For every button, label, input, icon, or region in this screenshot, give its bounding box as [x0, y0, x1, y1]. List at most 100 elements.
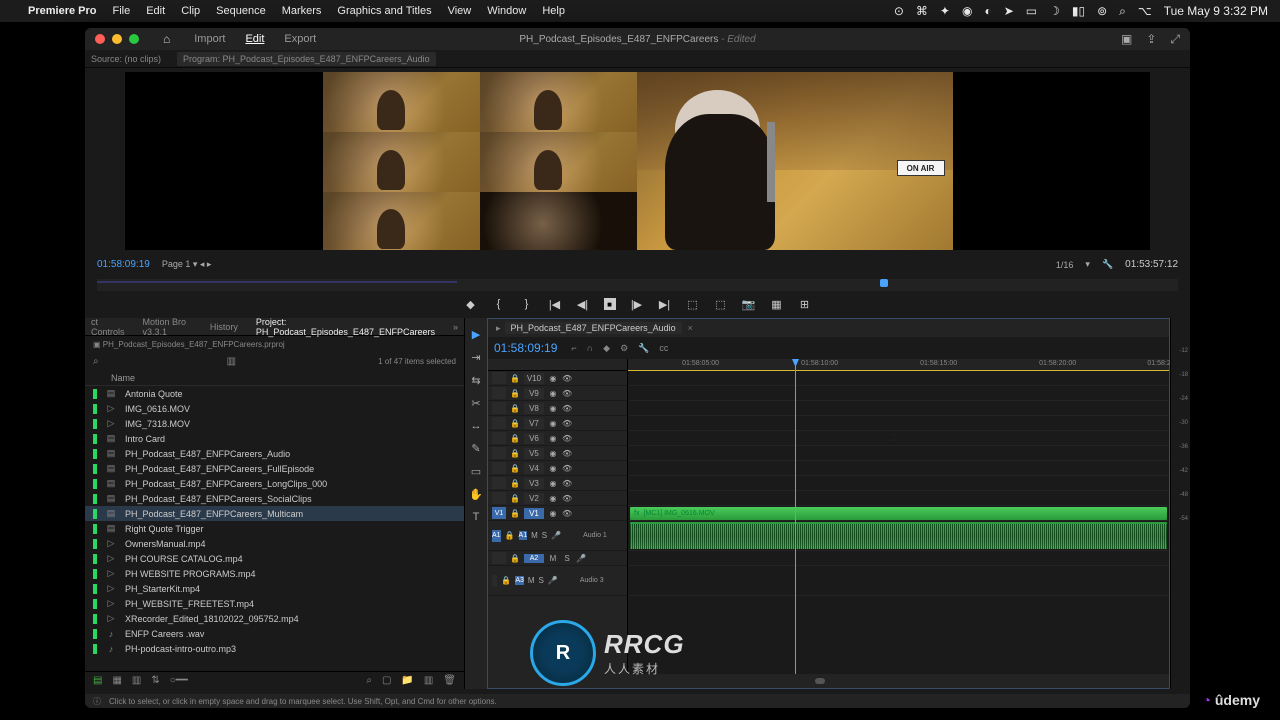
menu-clip[interactable]: Clip	[181, 5, 200, 17]
hand-tool-icon[interactable]: ✋	[469, 488, 483, 501]
video-track[interactable]	[628, 416, 1169, 431]
solo-icon[interactable]: S	[539, 576, 544, 585]
mute-toggle[interactable]: ◉	[548, 509, 558, 518]
time-ruler[interactable]: 01:58:05:0001:58:10:0001:58:15:0001:58:2…	[628, 359, 1169, 371]
menubar-extra-icon[interactable]: ◐	[984, 4, 991, 18]
window-close-button[interactable]	[95, 34, 105, 44]
solo-icon[interactable]: S	[562, 554, 572, 563]
track-name[interactable]: V4	[524, 463, 544, 474]
audio-track-header[interactable]: 🔒A3MS🎤Audio 3	[488, 566, 627, 596]
eye-icon[interactable]: 👁	[562, 389, 572, 398]
video-track-header[interactable]: 🔒V10◉👁	[488, 371, 627, 386]
mute-toggle[interactable]: ◉	[548, 494, 558, 503]
zoom-slider[interactable]: ○━━	[170, 675, 188, 686]
video-track[interactable]	[628, 401, 1169, 416]
tab-import[interactable]: Import	[194, 33, 225, 45]
lock-icon[interactable]: 🔒	[501, 576, 511, 585]
dnd-icon[interactable]: ☽	[1049, 4, 1060, 18]
track-name[interactable]: A1	[519, 531, 528, 540]
voice-icon[interactable]: 🎤	[548, 576, 558, 585]
new-bin-icon[interactable]: ⌕	[366, 675, 372, 686]
track-name[interactable]: V9	[524, 388, 544, 399]
video-track-header[interactable]: 🔒V5◉👁	[488, 446, 627, 461]
viewer[interactable]: ON AIR	[125, 72, 1150, 250]
source-patch[interactable]	[492, 372, 506, 384]
eye-icon[interactable]: 👁	[562, 464, 572, 473]
home-icon[interactable]: ⌂	[163, 32, 170, 46]
project-item[interactable]: ▤Right Quote Trigger	[85, 521, 464, 536]
add-marker-icon[interactable]: ◆	[464, 298, 478, 311]
fullscreen-icon[interactable]: ⤢	[1170, 32, 1180, 47]
source-patch[interactable]	[492, 575, 497, 587]
timeline-timecode[interactable]: 01:58:09:19	[494, 341, 557, 355]
close-tab-icon[interactable]: ×	[688, 323, 693, 333]
lift-icon[interactable]: ⬚	[686, 298, 700, 311]
project-item[interactable]: ▤PH_Podcast_E487_ENFPCareers_SocialClips	[85, 491, 464, 506]
wrench-icon[interactable]: 🔧	[638, 343, 649, 354]
mark-out-icon[interactable]: }	[520, 298, 534, 310]
voice-icon[interactable]: 🎤	[551, 531, 561, 540]
track-name[interactable]: A2	[524, 554, 544, 563]
play-stop-button[interactable]: ■	[604, 298, 616, 310]
eye-icon[interactable]: 👁	[562, 479, 572, 488]
video-track-header[interactable]: 🔒V3◉👁	[488, 476, 627, 491]
cam-cell-6[interactable]	[480, 192, 637, 250]
project-item[interactable]: ▷XRecorder_Edited_18102022_095752.mp4	[85, 611, 464, 626]
track-name[interactable]: V3	[524, 478, 544, 489]
window-minimize-button[interactable]	[112, 34, 122, 44]
source-label[interactable]: Source: (no clips)	[91, 54, 161, 64]
tab-effect-controls[interactable]: ct Controls	[91, 317, 125, 337]
tab-export[interactable]: Export	[284, 33, 316, 45]
lock-icon[interactable]: 🔒	[510, 434, 520, 443]
mark-in-icon[interactable]: {	[492, 298, 506, 310]
cam-cell-4[interactable]	[480, 132, 637, 192]
mute-toggle[interactable]: ◉	[548, 434, 558, 443]
clock[interactable]: Tue May 9 3:32 PM	[1164, 4, 1268, 18]
share-icon[interactable]: ⇪	[1146, 32, 1156, 47]
video-track-header[interactable]: 🔒V2◉👁	[488, 491, 627, 506]
cam-cell-5[interactable]	[323, 192, 480, 250]
new-item-icon[interactable]: ▥	[424, 675, 433, 686]
project-item[interactable]: ▤PH_Podcast_E487_ENFPCareers_Audio	[85, 446, 464, 461]
lock-icon[interactable]: 🔒	[510, 479, 520, 488]
video-track[interactable]	[628, 461, 1169, 476]
track-name[interactable]: V6	[524, 433, 544, 444]
menu-graphics[interactable]: Graphics and Titles	[337, 5, 431, 17]
search-icon[interactable]: ⌕	[1119, 4, 1126, 19]
eye-icon[interactable]: 👁	[562, 449, 572, 458]
eye-icon[interactable]: 👁	[562, 374, 572, 383]
solo-icon[interactable]: S	[542, 531, 547, 540]
razor-tool-icon[interactable]: ✂	[471, 397, 480, 410]
audio-track[interactable]	[628, 521, 1169, 551]
project-item[interactable]: ▤PH_Podcast_E487_ENFPCareers_Multicam	[85, 506, 464, 521]
project-item[interactable]: ▤PH_Podcast_E487_ENFPCareers_FullEpisode	[85, 461, 464, 476]
menu-edit[interactable]: Edit	[146, 5, 165, 17]
mute-toggle[interactable]: ◉	[548, 404, 558, 413]
step-forward-icon[interactable]: |▶	[630, 298, 644, 311]
scrub-thumb[interactable]	[880, 279, 888, 287]
source-patch[interactable]	[492, 402, 506, 414]
project-item[interactable]: ♪ENFP Careers .wav	[85, 626, 464, 641]
tab-overflow-icon[interactable]: »	[453, 322, 458, 332]
lock-icon[interactable]: 🔒	[510, 494, 520, 503]
menu-file[interactable]: File	[112, 5, 130, 17]
cam-cell-1[interactable]	[323, 72, 480, 132]
extract-icon[interactable]: ⬚	[714, 298, 728, 311]
source-patch[interactable]	[492, 552, 506, 564]
snap-icon[interactable]: ⌐	[571, 343, 576, 354]
track-name[interactable]: V10	[524, 373, 544, 384]
lock-icon[interactable]: 🔒	[510, 389, 520, 398]
menubar-extra-icon[interactable]: ⌘	[916, 4, 928, 18]
video-track-header[interactable]: 🔒V8◉👁	[488, 401, 627, 416]
mute-toggle[interactable]: ◉	[548, 389, 558, 398]
selection-tool-icon[interactable]: ▶	[472, 328, 480, 341]
playhead[interactable]	[795, 359, 796, 674]
screen-icon[interactable]: ▭	[1026, 4, 1037, 18]
tab-project[interactable]: Project: PH_Podcast_Episodes_E487_ENFPCa…	[256, 317, 435, 337]
lock-icon[interactable]: 🔒	[510, 464, 520, 473]
track-name[interactable]: V8	[524, 403, 544, 414]
lock-icon[interactable]: 🔒	[510, 449, 520, 458]
icon-view-icon[interactable]: ▦	[112, 675, 121, 686]
audio-track[interactable]	[628, 566, 1169, 596]
search-icon[interactable]: ⌕	[93, 356, 99, 367]
